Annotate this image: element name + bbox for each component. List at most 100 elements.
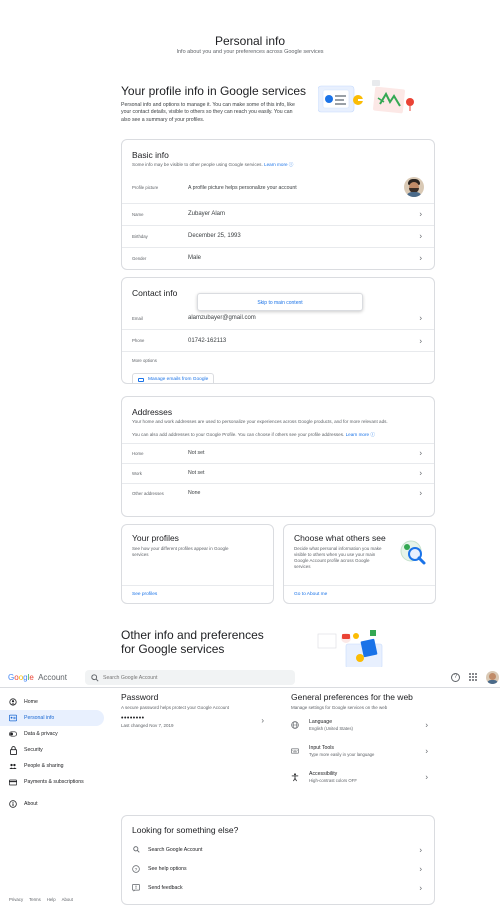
language-row[interactable]: Language English (United States) › xyxy=(283,712,436,738)
globe-icon xyxy=(291,721,299,729)
chevron-right-icon: › xyxy=(425,720,428,730)
help-icon: ? xyxy=(132,864,140,873)
page-title: Personal info xyxy=(214,34,286,48)
addresses-note-text: You can also add addresses to your Googl… xyxy=(132,431,345,437)
sidebar-item-payments[interactable]: Payments & subscriptions xyxy=(0,774,110,790)
password-title: Password xyxy=(121,692,159,702)
help-options-row[interactable]: ? See help options › xyxy=(122,859,434,878)
row-label: Email xyxy=(132,315,143,321)
sidebar-item-home[interactable]: Home xyxy=(0,694,110,710)
chevron-right-icon: › xyxy=(419,845,422,854)
sidebar-item-label: Payments & subscriptions xyxy=(24,779,84,785)
look-row-label: Search Google Account xyxy=(148,846,203,853)
accessibility-row[interactable]: Accessibility High-contrast colors OFF › xyxy=(283,764,436,790)
app-bar: Google Account ? xyxy=(0,667,500,688)
birthday-row[interactable]: Birthday December 25, 1993 › xyxy=(122,224,434,247)
sidebar-item-label: Data & privacy xyxy=(24,731,58,737)
gender-row[interactable]: Gender Male › xyxy=(122,246,434,269)
addresses-note: You can also add addresses to your Googl… xyxy=(122,426,434,443)
password-description: A secure password helps protect your Goo… xyxy=(121,705,230,710)
chevron-right-icon: › xyxy=(419,209,422,219)
svg-text:?: ? xyxy=(135,866,138,872)
addresses-description: Your home and work addresses are used to… xyxy=(132,419,388,424)
help-icon[interactable]: ? xyxy=(451,673,460,682)
sidebar-item-label: Security xyxy=(24,747,43,753)
send-feedback-row[interactable]: Send feedback › xyxy=(122,878,434,897)
sidebar-item-data-privacy[interactable]: Data & privacy xyxy=(0,726,110,742)
account-avatar[interactable] xyxy=(486,671,499,684)
skip-to-main-link[interactable]: Skip to main content xyxy=(197,293,363,311)
phone-row[interactable]: Phone 01742-162113 › xyxy=(122,329,434,351)
row-label: Phone xyxy=(132,338,145,343)
sidebar-item-personal-info[interactable]: Personal info xyxy=(0,710,104,726)
profile-picture-row[interactable]: Profile picture A profile picture helps … xyxy=(122,173,434,203)
toggle-icon xyxy=(9,730,17,738)
learn-more-link[interactable]: Learn more xyxy=(264,162,288,167)
search-account-row[interactable]: Search Google Account › xyxy=(122,840,434,859)
basic-info-description-text: Some info may be visible to other people… xyxy=(132,162,263,167)
sidebar-item-about[interactable]: About xyxy=(0,796,110,812)
avatar[interactable] xyxy=(404,176,424,197)
manage-emails-label: Manage emails from Google xyxy=(148,377,209,383)
work-address-row[interactable]: Work Not set › xyxy=(122,462,434,483)
pref-title: Language xyxy=(309,719,333,725)
addresses-title: Addresses xyxy=(132,407,173,417)
row-value: 01742-162113 xyxy=(188,337,227,344)
addresses-card: Addresses Your home and work addresses a… xyxy=(121,396,435,517)
password-last-changed: Last changed Nov 7, 2019 xyxy=(121,723,174,728)
profile-section-description: Personal info and options to manage it. … xyxy=(121,102,295,123)
chevron-right-icon: › xyxy=(419,468,422,478)
card-icon xyxy=(9,778,17,786)
general-prefs-description: Manage settings for Google services on t… xyxy=(291,705,388,710)
google-account-logo[interactable]: Google Account xyxy=(8,673,67,682)
other-addresses-row[interactable]: Other addresses None › xyxy=(122,482,434,503)
help-circle-icon: ⓘ xyxy=(287,162,294,167)
manage-emails-button[interactable]: Manage emails from Google xyxy=(132,373,215,383)
footer-link-privacy[interactable]: Privacy xyxy=(9,897,23,902)
name-row[interactable]: Name Zubayer Alam › xyxy=(122,202,434,225)
search-icon xyxy=(91,673,99,682)
row-value: Not set xyxy=(188,470,205,476)
sidebar-item-label: People & sharing xyxy=(24,763,64,769)
sidebar-item-label: Personal info xyxy=(24,715,55,721)
footer-link-help[interactable]: Help xyxy=(47,897,56,902)
footer-link-about[interactable]: About xyxy=(62,897,73,902)
password-card[interactable]: Password A secure password helps protect… xyxy=(121,688,274,748)
people-icon xyxy=(9,762,17,770)
see-profiles-link[interactable]: See profiles xyxy=(122,585,273,603)
chevron-right-icon: › xyxy=(419,864,422,873)
row-label: Work xyxy=(132,470,142,476)
input-tools-row[interactable]: Input Tools Type more easily in your lan… xyxy=(283,738,436,764)
search-input[interactable] xyxy=(103,674,283,681)
pref-subtitle: Type more easily in your language xyxy=(309,752,375,757)
learn-more-link[interactable]: Learn more xyxy=(346,432,370,437)
basic-info-card: Basic info Some info may be visible to o… xyxy=(121,139,435,270)
pref-subtitle: English (United States) xyxy=(309,726,353,731)
sidebar-item-people-sharing[interactable]: People & sharing xyxy=(0,758,110,774)
other-info-title: Other info and preferences for Google se… xyxy=(121,628,264,656)
id-card-icon xyxy=(9,714,17,722)
row-value: None xyxy=(188,490,201,496)
apps-grid-icon[interactable] xyxy=(469,673,477,681)
home-address-row[interactable]: Home Not set › xyxy=(122,442,434,463)
mail-icon xyxy=(138,377,144,382)
your-profiles-card: Your profiles See how your different pro… xyxy=(121,524,274,604)
choose-others-description: Decide what personal information you mak… xyxy=(294,546,382,569)
chevron-right-icon: › xyxy=(425,746,428,756)
go-to-about-me-link[interactable]: Go to About me xyxy=(284,585,435,603)
row-value: Not set xyxy=(188,450,205,456)
row-value: alamzubayer@gmail.com xyxy=(188,315,256,321)
look-row-label: See help options xyxy=(148,865,187,872)
search-bar[interactable] xyxy=(85,670,295,685)
sidebar-item-security[interactable]: Security xyxy=(0,742,110,758)
magnifier-illustration-icon xyxy=(400,540,426,565)
lock-icon xyxy=(9,745,17,755)
password-masked: •••••••• xyxy=(121,715,145,722)
chevron-right-icon: › xyxy=(419,253,422,263)
footer-links: Privacy Terms Help About xyxy=(9,897,73,902)
more-options-label: More options xyxy=(132,358,157,363)
profile-section: Your profile info in Google services Per… xyxy=(121,80,435,124)
profile-illustration xyxy=(318,80,414,114)
footer-link-terms[interactable]: Terms xyxy=(29,897,41,902)
more-options-row: More options xyxy=(122,351,434,369)
